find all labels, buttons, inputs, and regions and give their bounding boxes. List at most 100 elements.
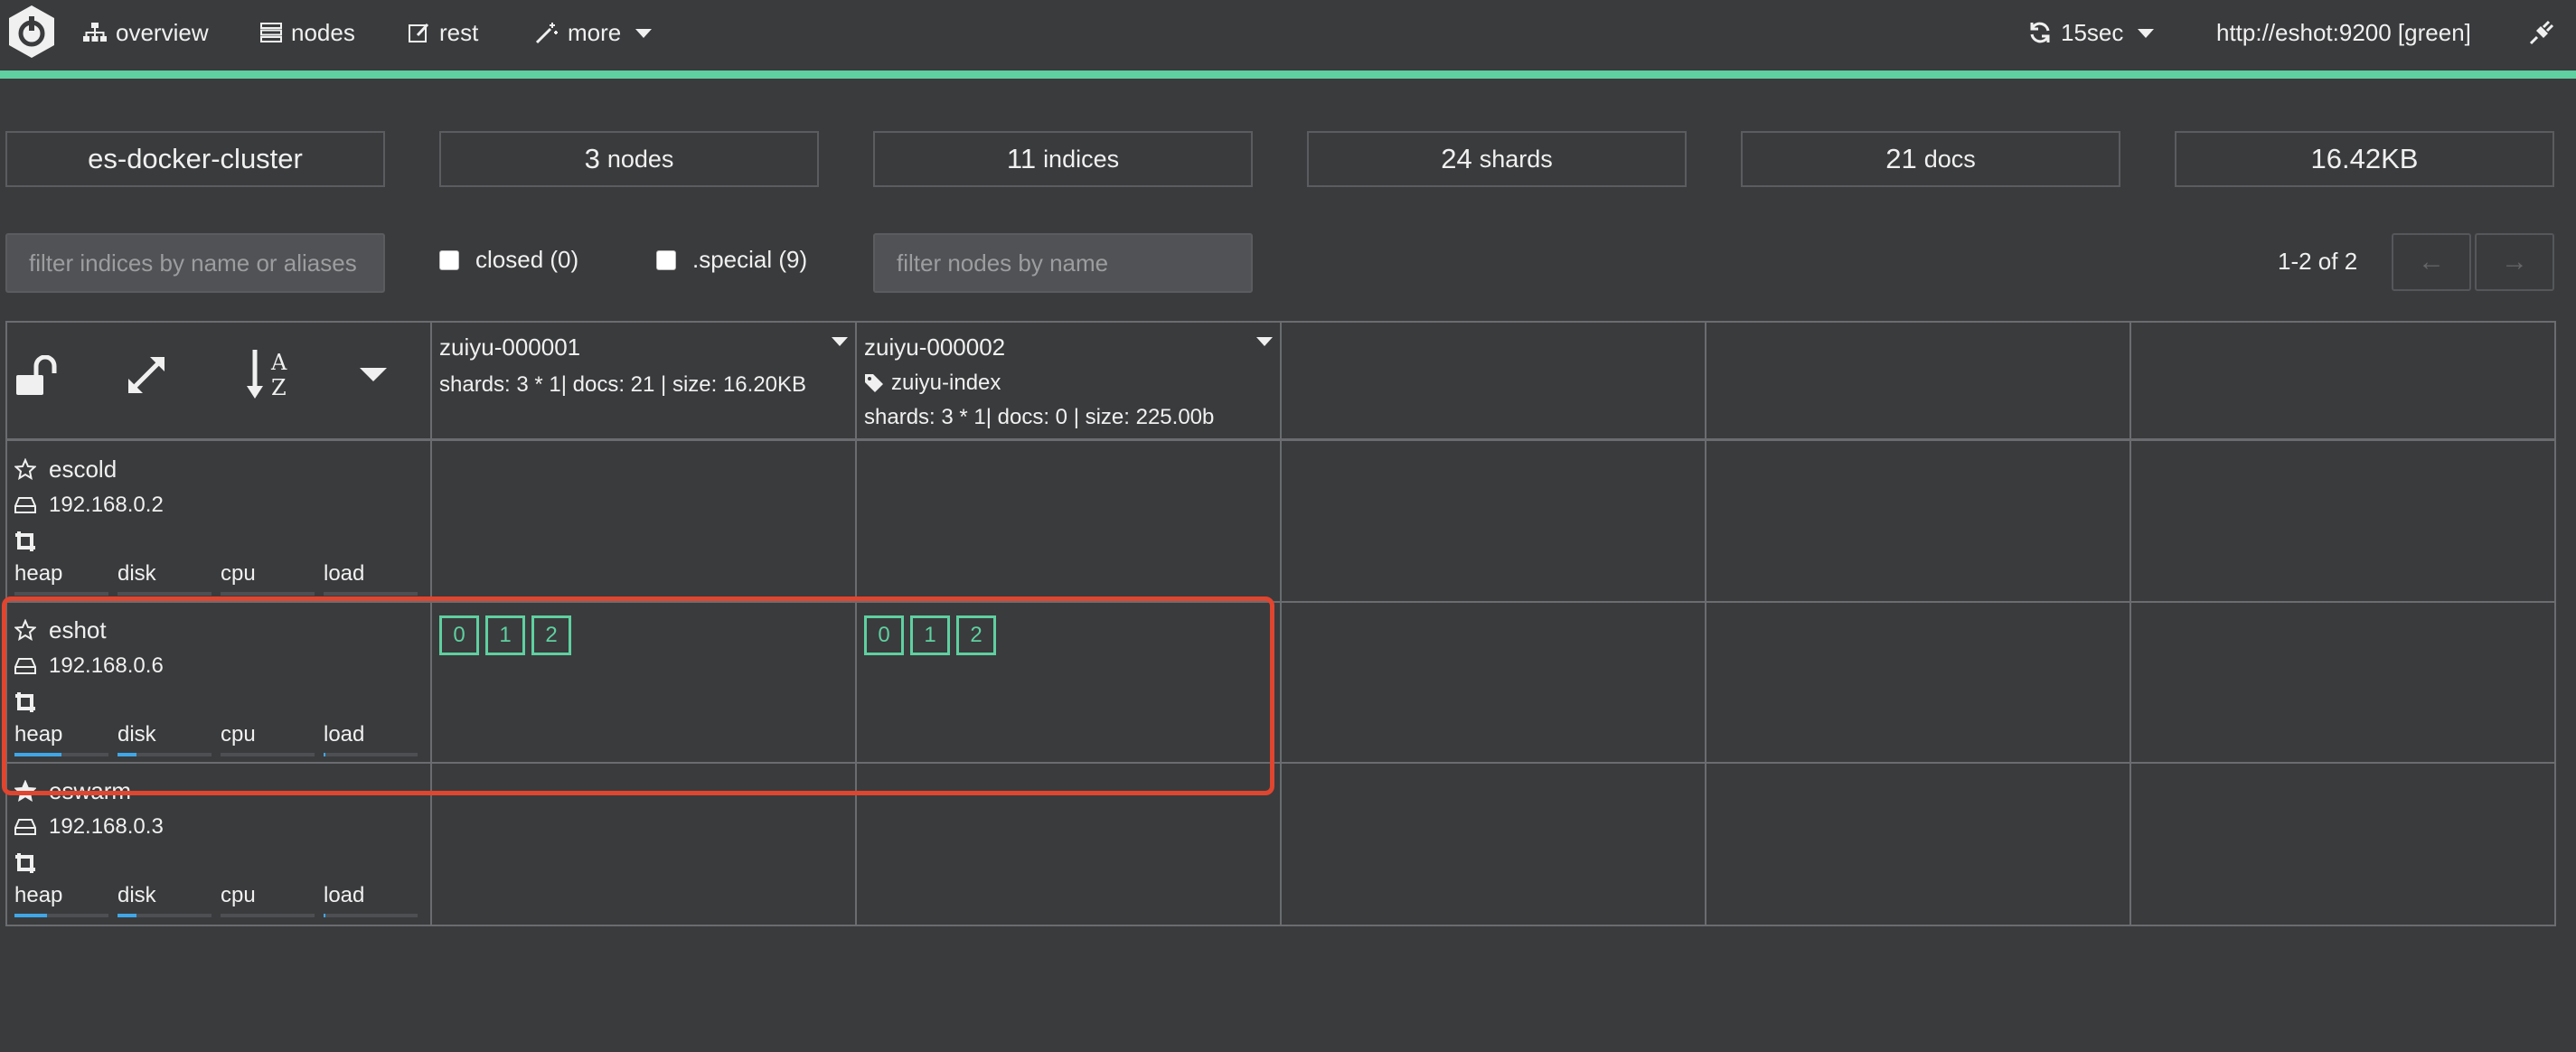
nav-rest-label: rest [439,18,479,46]
total-size-box: 16.42KB [2175,131,2554,187]
grid-line [2554,321,2556,926]
sort-alpha-icon[interactable]: A Z [246,348,295,400]
svg-text:Z: Z [271,375,287,400]
load-bar-fill [324,753,325,756]
svg-text:A: A [270,350,287,375]
shards-count: 24 [1441,143,1472,174]
node-ip: 192.168.0.2 [49,493,164,517]
disk-bar-fill [118,753,136,756]
heap-metric: heap [14,883,118,917]
indices-count-label: indices [1043,145,1120,173]
cerebro-logo-icon[interactable] [4,4,60,60]
top-navbar: overview nodes rest more 15sec http://es… [0,0,2576,70]
filter-nodes-input[interactable] [873,233,1253,293]
crop-icon [15,692,35,712]
plug-icon [2529,20,2554,45]
next-page-button[interactable]: → [2475,233,2554,291]
node-ip-row: 192.168.0.3 [14,809,430,845]
index-meta: shards: 3 * 1| docs: 0 | size: 225.00b [864,405,1215,429]
nav-overview-label: overview [116,18,209,46]
star-filled-icon [14,780,36,802]
cluster-name: es-docker-cluster [88,143,303,174]
nav-rest[interactable]: rest [409,16,478,49]
shard-primary[interactable]: 0 [439,615,479,655]
nav-more-dropdown[interactable]: more [535,16,653,49]
cpu-label: cpu [221,883,256,907]
shards-count-label: shards [1479,145,1553,173]
chevron-down-icon[interactable] [360,368,387,381]
index-meta: shards: 3 * 1| docs: 21 | size: 16.20KB [439,372,807,397]
refresh-interval-label: 15sec [2061,18,2124,46]
disconnect-button[interactable] [2529,16,2554,49]
chevron-down-icon[interactable] [832,337,848,346]
node-name-row: escold [14,451,430,487]
nav-overview[interactable]: overview [83,16,209,49]
unlock-icon[interactable] [14,355,61,397]
shard-primary[interactable]: 2 [531,615,571,655]
cluster-host[interactable]: http://eshot:9200 [green] [2216,16,2471,49]
node-role-row [14,845,430,881]
index-name[interactable]: zuiyu-000002 [864,333,1214,362]
cpu-metric: cpu [221,561,324,596]
node-metrics: heap disk cpu load [14,883,430,917]
star-outline-icon [14,458,36,480]
nav-nodes[interactable]: nodes [260,16,355,49]
closed-checkbox-box[interactable] [439,249,459,270]
load-bar [324,914,418,917]
heap-label: heap [14,883,63,907]
special-checkbox-label: .special (9) [692,246,808,273]
sitemap-icon [83,23,107,42]
nodes-count-box: 3 nodes [439,131,819,187]
alias-name: zuiyu-index [891,371,1001,395]
edit-icon [409,23,429,42]
shard-primary[interactable]: 1 [485,615,525,655]
disk-label: disk [118,883,156,907]
disk-bar-fill [118,914,136,917]
chevron-down-icon[interactable] [1256,337,1273,346]
heap-bar [14,592,108,596]
shard-primary[interactable]: 0 [864,615,904,655]
nav-more-label: more [568,18,622,46]
index-name[interactable]: zuiyu-000001 [439,333,806,362]
shard-primary[interactable]: 1 [910,615,950,655]
node-name[interactable]: eshot [49,616,107,644]
docs-count-label: docs [1923,145,1976,173]
index-header-zuiyu-000001[interactable]: zuiyu-000001 shards: 3 * 1| docs: 21 | s… [439,333,806,398]
refresh-icon [2030,22,2050,43]
filter-indices-input[interactable] [5,233,385,293]
node-name[interactable]: eswarm [49,777,131,805]
cpu-bar [221,914,315,917]
disk-metric: disk [118,883,221,917]
disk-label: disk [118,561,156,586]
node-role-row [14,523,430,559]
pagination-info: 1-2 of 2 [2278,248,2358,275]
docs-count: 21 [1885,143,1917,174]
shards-count-box: 24 shards [1307,131,1687,187]
shard-primary[interactable]: 2 [956,615,996,655]
status-accent-line [0,70,2576,79]
index-header-zuiyu-000002[interactable]: zuiyu-000002 zuiyu-index shards: 3 * 1| … [864,333,1214,430]
node-name-row: eswarm [14,773,430,809]
prev-page-button[interactable]: ← [2392,233,2471,291]
closed-indices-checkbox[interactable]: closed (0) [439,246,578,274]
nodes-count-label: nodes [606,145,674,173]
server-icon [260,23,282,42]
load-bar-fill [324,914,325,917]
node-name[interactable]: escold [49,456,117,484]
load-bar [324,592,418,596]
disk-metric: disk [118,722,221,756]
load-label: load [324,722,365,747]
disk-bar [118,592,212,596]
nav-nodes-label: nodes [291,18,355,46]
special-indices-checkbox[interactable]: .special (9) [656,246,807,274]
load-label: load [324,561,365,586]
special-checkbox-box[interactable] [656,249,676,270]
refresh-interval-dropdown[interactable]: 15sec [2028,16,2155,49]
grid-line [2129,321,2131,926]
cpu-bar [221,753,315,756]
heap-bar [14,914,108,917]
expand-icon[interactable] [125,353,168,397]
disk-bar [118,914,212,917]
node-role-row [14,684,430,720]
crop-icon [15,853,35,873]
